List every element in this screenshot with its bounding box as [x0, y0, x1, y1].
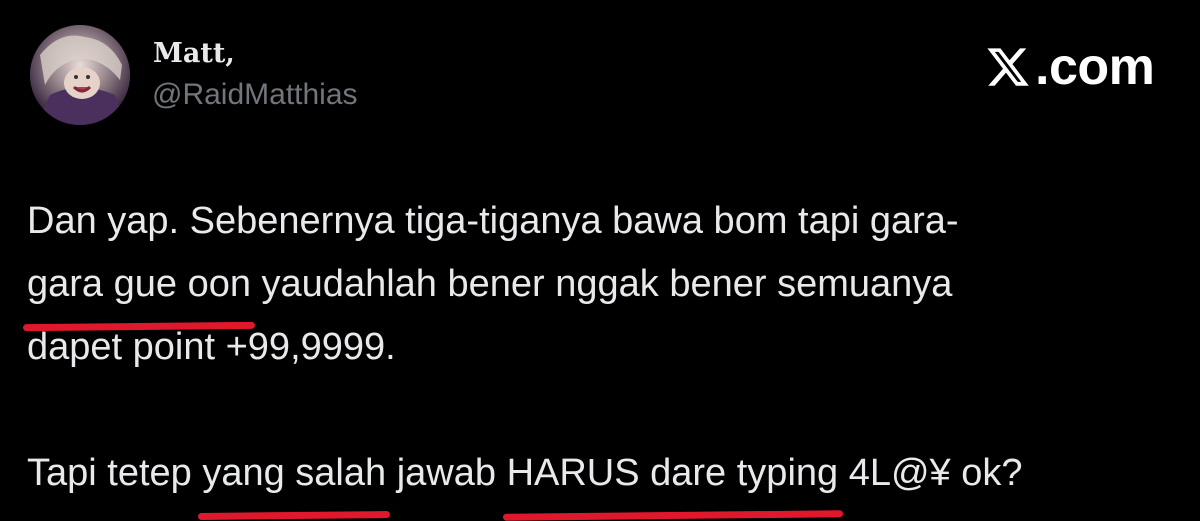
author-display-name[interactable]: Matt, [153, 38, 235, 69]
tweet-text-segment: Tapi tetep [27, 452, 203, 494]
x-logo-icon [987, 48, 1029, 86]
tweet-text-segment: yaudahlah bener nggak bener semuanya [250, 263, 953, 305]
tweet-line: Dan yap. Sebenernya tiga-tiganya bawa bo… [27, 190, 1177, 253]
tweet-text: Dan yap. Sebenernya tiga-tiganya bawa bo… [27, 190, 1177, 505]
tweet-text-segment: 4L@¥ ok? [838, 452, 1023, 494]
tweet-line: gara gue oon yaudahlah bener nggak bener… [27, 253, 1177, 316]
brand-watermark: .com [985, 38, 1155, 96]
tweet-text-segment: dapet point +99,9999. [27, 326, 396, 368]
author-handle[interactable]: @RaidMatthias [152, 78, 358, 112]
avatar-illustration [30, 25, 130, 125]
underlined-phrase: gara gue oon [27, 253, 251, 316]
tweet-text-segment: Dan yap. Sebenernya tiga-tiganya bawa bo… [27, 200, 959, 242]
underlined-phrase: HARUS dare typing [507, 442, 839, 505]
underlined-phrase: yang salah [202, 442, 386, 505]
avatar[interactable] [30, 25, 130, 125]
tweet-text-segment: jawab [386, 452, 507, 494]
tweet-line: Tapi tetep yang salah jawab HARUS dare t… [27, 442, 1177, 505]
brand-domain-text: .com [1035, 38, 1155, 96]
